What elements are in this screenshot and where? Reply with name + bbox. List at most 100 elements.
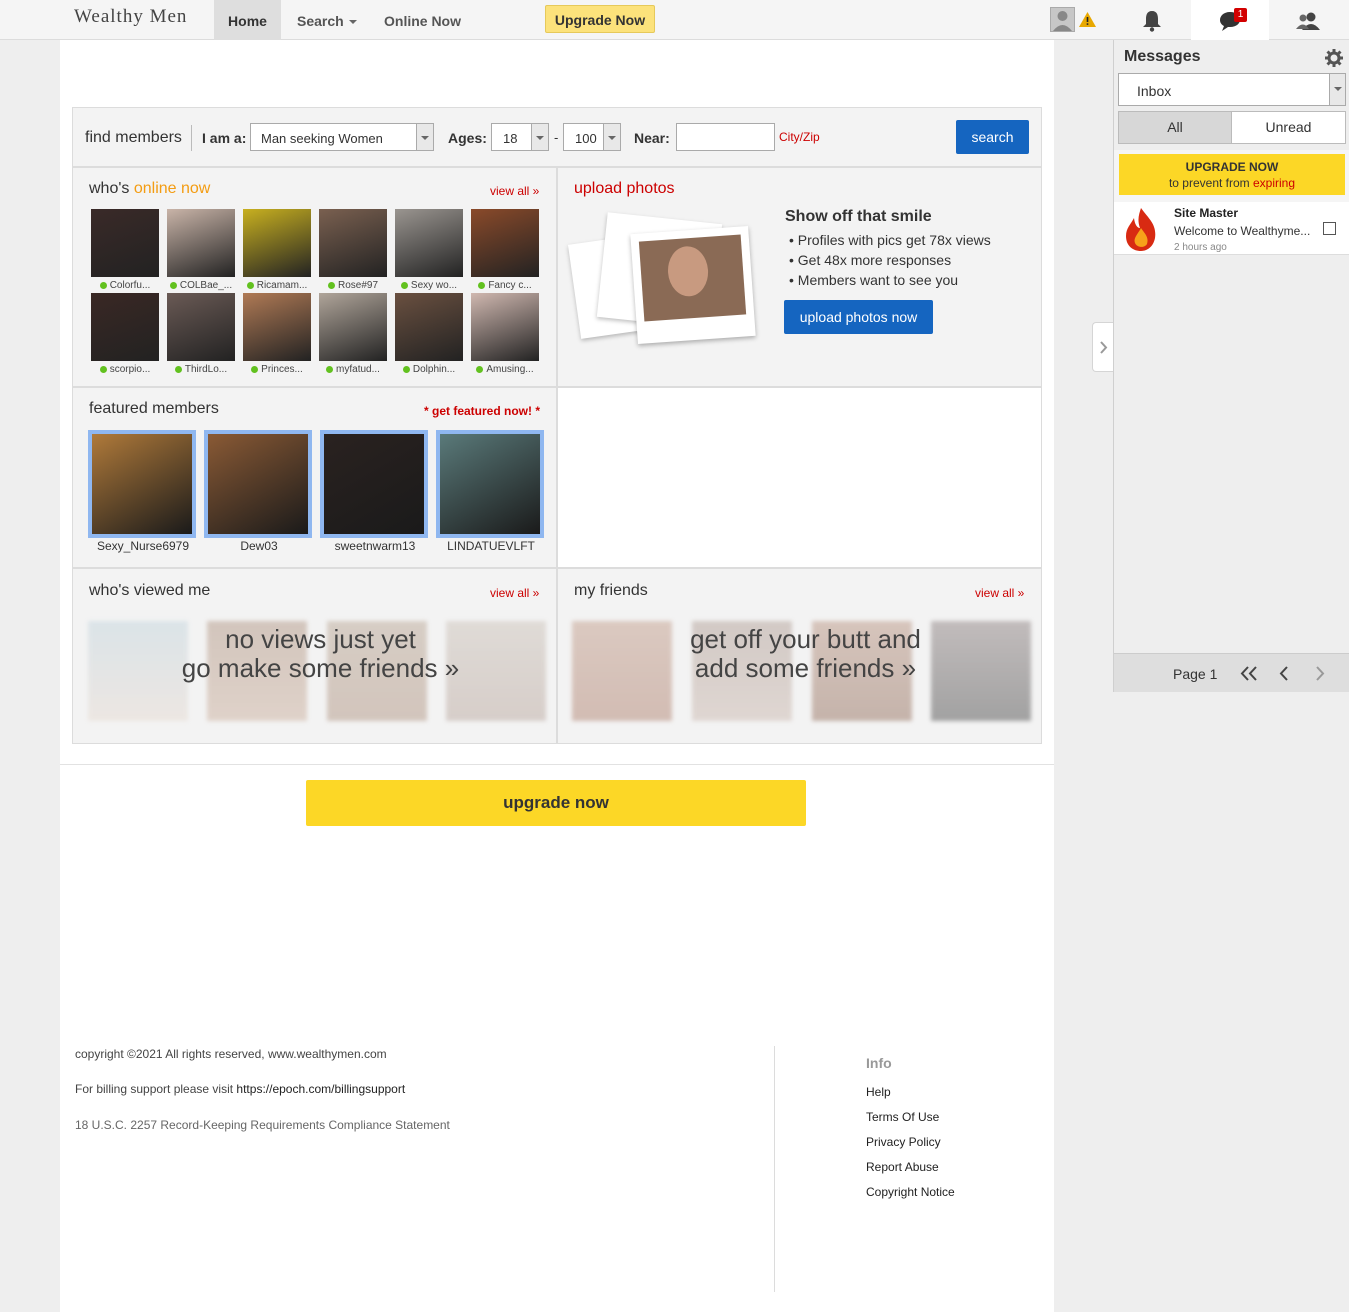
member-name[interactable]: Princes... [239, 364, 315, 375]
tab-unread[interactable]: Unread [1232, 111, 1346, 144]
billing-support-text: For billing support please visit https:/… [75, 1082, 405, 1096]
compliance-statement-link[interactable]: 18 U.S.C. 2257 Record-Keeping Requiremen… [75, 1118, 450, 1132]
online-status-dot [174, 365, 182, 373]
nav-search[interactable]: Search [297, 0, 357, 40]
add-friends-message[interactable]: get off your butt and add some friends » [558, 625, 1053, 683]
terms-of-use-link[interactable]: Terms Of Use [866, 1110, 939, 1124]
seeking-value: Man seeking Women [261, 131, 383, 146]
member-photo[interactable] [243, 293, 311, 361]
copyright-notice-link[interactable]: Copyright Notice [866, 1185, 955, 1199]
featured-member-photo[interactable] [88, 430, 196, 538]
member-name[interactable]: Ricamam... [239, 280, 315, 291]
messages-button[interactable]: 1 [1191, 0, 1269, 40]
friends-button[interactable] [1269, 0, 1347, 40]
age-separator: - [554, 130, 559, 145]
member-name[interactable]: Colorfu... [87, 280, 163, 291]
report-abuse-link[interactable]: Report Abuse [866, 1160, 939, 1174]
member-photo[interactable] [167, 293, 235, 361]
friends-view-all-link[interactable]: view all » [975, 586, 1024, 600]
member-photo[interactable] [471, 293, 539, 361]
top-bar: Wealthy Men Home Search Online Now Upgra… [0, 0, 1349, 40]
nav-online-now[interactable]: Online Now [384, 0, 461, 40]
help-link[interactable]: Help [866, 1085, 891, 1099]
collapse-sidebar-handle[interactable] [1092, 322, 1114, 372]
age-max-value: 100 [575, 131, 597, 146]
users-icon [1296, 12, 1320, 30]
gear-icon[interactable] [1325, 49, 1343, 67]
ages-label: Ages: [448, 130, 487, 146]
member-photo[interactable] [91, 209, 159, 277]
member-photo[interactable] [319, 293, 387, 361]
previous-page-icon[interactable] [1279, 666, 1289, 681]
member-name[interactable]: myfatud... [315, 364, 391, 375]
member-photo[interactable] [167, 209, 235, 277]
notifications-button[interactable] [1113, 0, 1191, 40]
near-input[interactable] [676, 123, 775, 151]
site-logo[interactable]: Wealthy Men [74, 6, 187, 28]
member-name[interactable]: Amusing... [467, 364, 543, 375]
upload-photos-title[interactable]: upload photos [574, 180, 675, 198]
online-now-panel: who's online now view all » Colorfu... CO… [72, 167, 557, 387]
member-photo[interactable] [395, 209, 463, 277]
upgrade-now-bar-button[interactable]: upgrade now [306, 780, 806, 826]
first-page-icon[interactable] [1240, 666, 1258, 681]
message-item[interactable]: Site Master Welcome to Wealthyme... 2 ho… [1114, 202, 1349, 255]
upgrade-banner-title: UPGRADE NOW [1185, 160, 1279, 174]
online-now-title: who's online now [89, 180, 210, 198]
upload-photos-button[interactable]: upload photos now [784, 300, 933, 334]
featured-member-photo[interactable] [204, 430, 312, 538]
member-photo[interactable] [91, 293, 159, 361]
upgrade-banner-subtitle: to prevent from expiring [1168, 176, 1296, 190]
featured-member-name[interactable]: Dew03 [204, 539, 314, 553]
upload-photos-panel: upload photos Show off that smile • Prof… [557, 167, 1042, 387]
warning-icon [1079, 12, 1096, 27]
featured-member-name[interactable]: LINDATUEVLFT [436, 539, 546, 553]
message-checkbox[interactable] [1323, 222, 1336, 235]
upload-bullet: • Profiles with pics get 78x views [789, 232, 991, 248]
member-name[interactable]: Sexy wo... [391, 280, 467, 291]
featured-member-name[interactable]: Sexy_Nurse6979 [88, 539, 198, 553]
viewed-me-panel: who's viewed me view all » no views just… [72, 568, 557, 744]
search-button[interactable]: search [956, 120, 1029, 154]
get-featured-link[interactable]: * get featured now! * [424, 404, 540, 418]
member-name[interactable]: Rose#97 [315, 280, 391, 291]
member-name[interactable]: ThirdLo... [163, 364, 239, 375]
online-status-dot [246, 281, 254, 289]
member-photo[interactable] [319, 209, 387, 277]
member-photo[interactable] [471, 209, 539, 277]
my-friends-panel: my friends view all » get off your butt … [557, 568, 1042, 744]
member-photo[interactable] [243, 209, 311, 277]
flame-logo-icon [1126, 208, 1156, 251]
member-name[interactable]: COLBae_... [163, 280, 239, 291]
member-name[interactable]: Dolphin... [391, 364, 467, 375]
privacy-policy-link[interactable]: Privacy Policy [866, 1135, 941, 1149]
tab-all[interactable]: All [1118, 111, 1232, 144]
pagination-bar: Page 1 [1114, 653, 1349, 692]
empty-panel [557, 387, 1042, 568]
age-max-select[interactable]: 100 [563, 123, 621, 151]
online-status-dot [402, 365, 410, 373]
member-name[interactable]: Fancy c... [467, 280, 543, 291]
age-min-select[interactable]: 18 [491, 123, 549, 151]
avatar[interactable] [1050, 7, 1075, 32]
viewed-view-all-link[interactable]: view all » [490, 586, 539, 600]
upload-bullet: • Members want to see you [789, 272, 959, 288]
featured-member-photo[interactable] [320, 430, 428, 538]
billing-support-link[interactable]: https://epoch.com/billingsupport [236, 1082, 405, 1096]
upgrade-banner[interactable]: UPGRADE NOW to prevent from expiring [1119, 154, 1345, 195]
folder-select[interactable]: Inbox [1118, 73, 1346, 106]
online-view-all-link[interactable]: view all » [490, 184, 539, 198]
seeking-select[interactable]: Man seeking Women [250, 123, 434, 151]
page-indicator: Page 1 [1173, 666, 1218, 682]
featured-member-name[interactable]: sweetnwarm13 [320, 539, 430, 553]
nav-home[interactable]: Home [214, 0, 281, 40]
no-views-message[interactable]: no views just yet go make some friends » [73, 625, 568, 683]
next-page-icon[interactable] [1315, 666, 1325, 681]
i-am-label: I am a: [202, 130, 247, 146]
billing-support-label: For billing support please visit [75, 1082, 237, 1096]
member-name[interactable]: scorpio... [87, 364, 163, 375]
member-photo[interactable] [395, 293, 463, 361]
online-now-title-highlight[interactable]: online now [134, 180, 211, 197]
upgrade-now-button[interactable]: Upgrade Now [545, 5, 655, 33]
featured-member-photo[interactable] [436, 430, 544, 538]
